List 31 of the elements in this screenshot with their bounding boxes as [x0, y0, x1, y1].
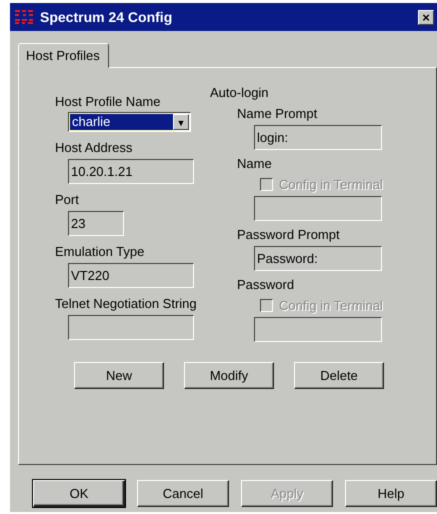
dialog-button[interactable]: Cancel [137, 480, 229, 507]
dialog-button[interactable]: OK [33, 480, 125, 507]
input-field[interactable] [254, 196, 382, 221]
field-label: Host Address [55, 140, 132, 155]
field-label: Port [55, 192, 79, 207]
input-field[interactable] [68, 315, 194, 340]
checkbox-label: Config in Terminal [279, 177, 383, 192]
dialog-button[interactable]: Modify [184, 362, 274, 389]
app-icon [14, 8, 34, 26]
input-field[interactable]: 23 [68, 211, 124, 236]
window-title: Spectrum 24 Config [40, 9, 174, 25]
checkbox-label: Config in Terminal [279, 298, 383, 313]
dialog-button[interactable]: Delete [294, 362, 384, 389]
input-field[interactable]: 10.20.1.21 [68, 159, 194, 184]
field-label: Password [237, 277, 294, 292]
field-label: Name [237, 156, 272, 171]
field-label: Host Profile Name [55, 94, 160, 109]
dialog-button[interactable]: New [74, 362, 164, 389]
field-label: Telnet Negotiation String [55, 296, 197, 311]
profile-dropdown[interactable]: charlie ▼ [68, 112, 191, 132]
field-label: Emulation Type [55, 244, 144, 259]
input-field[interactable]: VT220 [68, 263, 194, 288]
field-label: Name Prompt [237, 106, 318, 121]
close-button[interactable]: × [418, 10, 434, 24]
input-field[interactable]: Password: [254, 246, 382, 271]
field-label: Password Prompt [237, 227, 340, 242]
section-title: Auto-login [210, 85, 270, 100]
input-field[interactable]: login: [254, 125, 382, 150]
tab[interactable]: Host Profiles [18, 43, 109, 68]
input-field[interactable] [254, 317, 382, 342]
dialog-button[interactable]: Help [345, 480, 437, 507]
